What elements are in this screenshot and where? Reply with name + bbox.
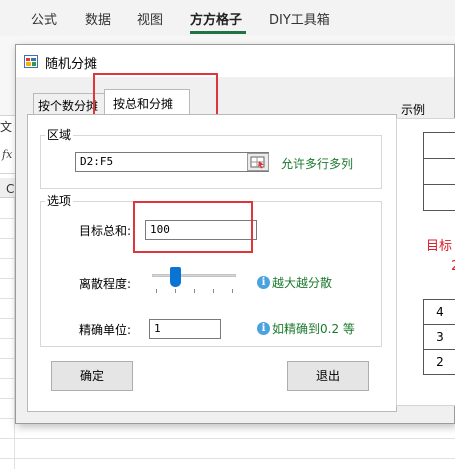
slider-thumb[interactable]	[169, 267, 181, 287]
dialog-title: 随机分摊	[45, 57, 98, 72]
app-icon	[24, 55, 38, 68]
ok-button[interactable]: 确定	[51, 361, 133, 391]
area-hint: 允许多行多列	[281, 157, 354, 171]
range-select-icon	[250, 156, 265, 169]
exit-button[interactable]: 退出	[287, 361, 369, 391]
dispersion-slider[interactable]	[152, 267, 240, 297]
example-cell	[423, 158, 455, 185]
precision-hint: 如精确到0.2 等	[272, 322, 355, 336]
example-title: 示例	[401, 103, 426, 117]
active-tab-underline	[190, 31, 246, 34]
info-icon: i	[257, 322, 270, 335]
column-header-c[interactable]: C	[6, 182, 14, 196]
area-group-label: 区域	[45, 126, 74, 143]
options-group-label: 选项	[45, 192, 74, 209]
slider-track	[152, 274, 236, 277]
dispersion-label: 离散程度:	[79, 277, 132, 291]
example-target-value: 2	[451, 259, 455, 274]
dispersion-hint: 越大越分散	[272, 276, 333, 290]
precision-label: 精确单位:	[79, 323, 132, 337]
target-highlight-box	[133, 201, 253, 253]
dialog-titlebar[interactable]: 随机分摊	[16, 45, 454, 77]
sum-allocate-panel: 区域 D2:F5 允许多行多列 选项 目标总和: 100 离散程度: i 越大越…	[27, 114, 397, 412]
ribbon-tab-data[interactable]: 数据	[85, 9, 111, 28]
range-picker-button[interactable]	[247, 153, 269, 171]
slider-tick	[175, 289, 176, 293]
grid-row-line	[0, 438, 455, 439]
slider-tick	[156, 289, 157, 293]
info-icon: i	[257, 276, 270, 289]
example-cell	[423, 132, 455, 159]
range-input[interactable]: D2:F5	[75, 152, 269, 172]
precision-input[interactable]: 1	[149, 319, 221, 339]
ribbon-tab-diy-toolbox[interactable]: DIY工具箱	[269, 9, 330, 28]
partial-cell-text: 文	[0, 120, 13, 134]
fx-icon[interactable]: fx	[2, 148, 12, 161]
target-sum-label: 目标总和:	[79, 224, 132, 238]
excel-ribbon-tabs: 公式 数据 视图 方方格子 DIY工具箱	[0, 0, 455, 36]
example-cell: 2	[423, 349, 455, 375]
example-panel: 目标 2 4 3 2	[396, 118, 455, 406]
example-cell: 4	[423, 299, 455, 325]
random-allocate-dialog: 随机分摊 按个数分摊 按总和分摊 区域 D2:F5 允许多行多列 选项 目标总和…	[15, 44, 455, 424]
slider-tick	[213, 289, 214, 293]
example-cell: 3	[423, 324, 455, 350]
ribbon-tab-fangfang[interactable]: 方方格子	[190, 9, 242, 28]
grid-row-line	[0, 458, 455, 459]
slider-tick	[194, 289, 195, 293]
ribbon-tab-formulas[interactable]: 公式	[31, 9, 57, 28]
example-cell	[423, 184, 455, 211]
slider-tick	[232, 289, 233, 293]
example-target-text: 目标	[426, 239, 453, 254]
ribbon-tab-view[interactable]: 视图	[137, 9, 163, 28]
